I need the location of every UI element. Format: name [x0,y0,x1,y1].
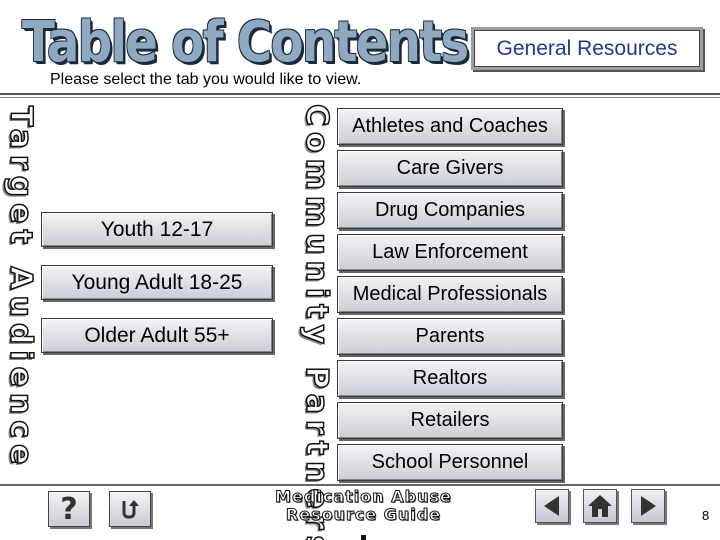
previous-page-button[interactable] [535,489,569,523]
community-partners-heading: Community Partners [298,103,335,540]
partner-button-law-enforcement[interactable]: Law Enforcement [337,234,563,271]
audience-button-youth[interactable]: Youth 12-17 [41,212,273,247]
partner-button-school-personnel[interactable]: School Personnel [337,444,563,481]
header-divider-secondary [0,97,720,98]
partner-button-label: Law Enforcement [372,241,528,263]
return-arrow-icon [122,500,139,519]
help-symbol: ? [60,491,78,527]
page-number: 8 [702,508,710,523]
next-page-button[interactable] [631,489,665,523]
arrow-right-icon [641,496,656,516]
help-icon[interactable]: ? [48,491,90,527]
partner-button-label: Retailers [410,409,490,431]
partner-button-label: Athletes and Coaches [352,115,548,137]
partner-button-label: Drug Companies [374,199,526,221]
general-resources-button[interactable]: General Resources [474,30,700,67]
partner-button-parents[interactable]: Parents [337,318,563,355]
arrow-left-icon [544,496,559,516]
partner-button-label: Parents [415,325,485,347]
audience-button-young-adult[interactable]: Young Adult 18-25 [41,265,273,300]
header-divider [0,93,720,95]
partner-button-label: School Personnel [371,451,529,473]
audience-button-label: Youth 12-17 [100,217,214,241]
partner-button-drug-companies[interactable]: Drug Companies [337,192,563,229]
audience-button-label: Young Adult 18-25 [71,270,243,294]
audience-button-older-adult[interactable]: Older Adult 55+ [41,318,273,353]
brand-line-1: Medication Abuse [275,487,452,506]
partner-button-retailers[interactable]: Retailers [337,402,563,439]
decorative-dot [361,535,366,540]
partner-button-label: Care Givers [396,157,504,179]
target-audience-heading: Target Audience [2,105,39,471]
home-icon [588,495,612,517]
audience-button-label: Older Adult 55+ [84,323,230,347]
general-resources-label: General Resources [496,36,678,60]
partner-button-label: Medical Professionals [352,283,548,305]
brand-logo: Medication Abuse Resource Guide [256,487,471,524]
brand-line-2: Resource Guide [285,505,442,524]
partner-button-label: Realtors [412,367,488,389]
home-button[interactable] [583,489,617,523]
page-subtitle: Please select the tab you would like to … [50,71,362,88]
page-title: Table of Contents [22,10,469,75]
footer-divider [0,484,720,486]
partner-button-care-givers[interactable]: Care Givers [337,150,563,187]
partner-button-medical-professionals[interactable]: Medical Professionals [337,276,563,313]
partner-button-realtors[interactable]: Realtors [337,360,563,397]
return-icon[interactable] [109,491,151,527]
partner-button-athletes-coaches[interactable]: Athletes and Coaches [337,108,563,145]
